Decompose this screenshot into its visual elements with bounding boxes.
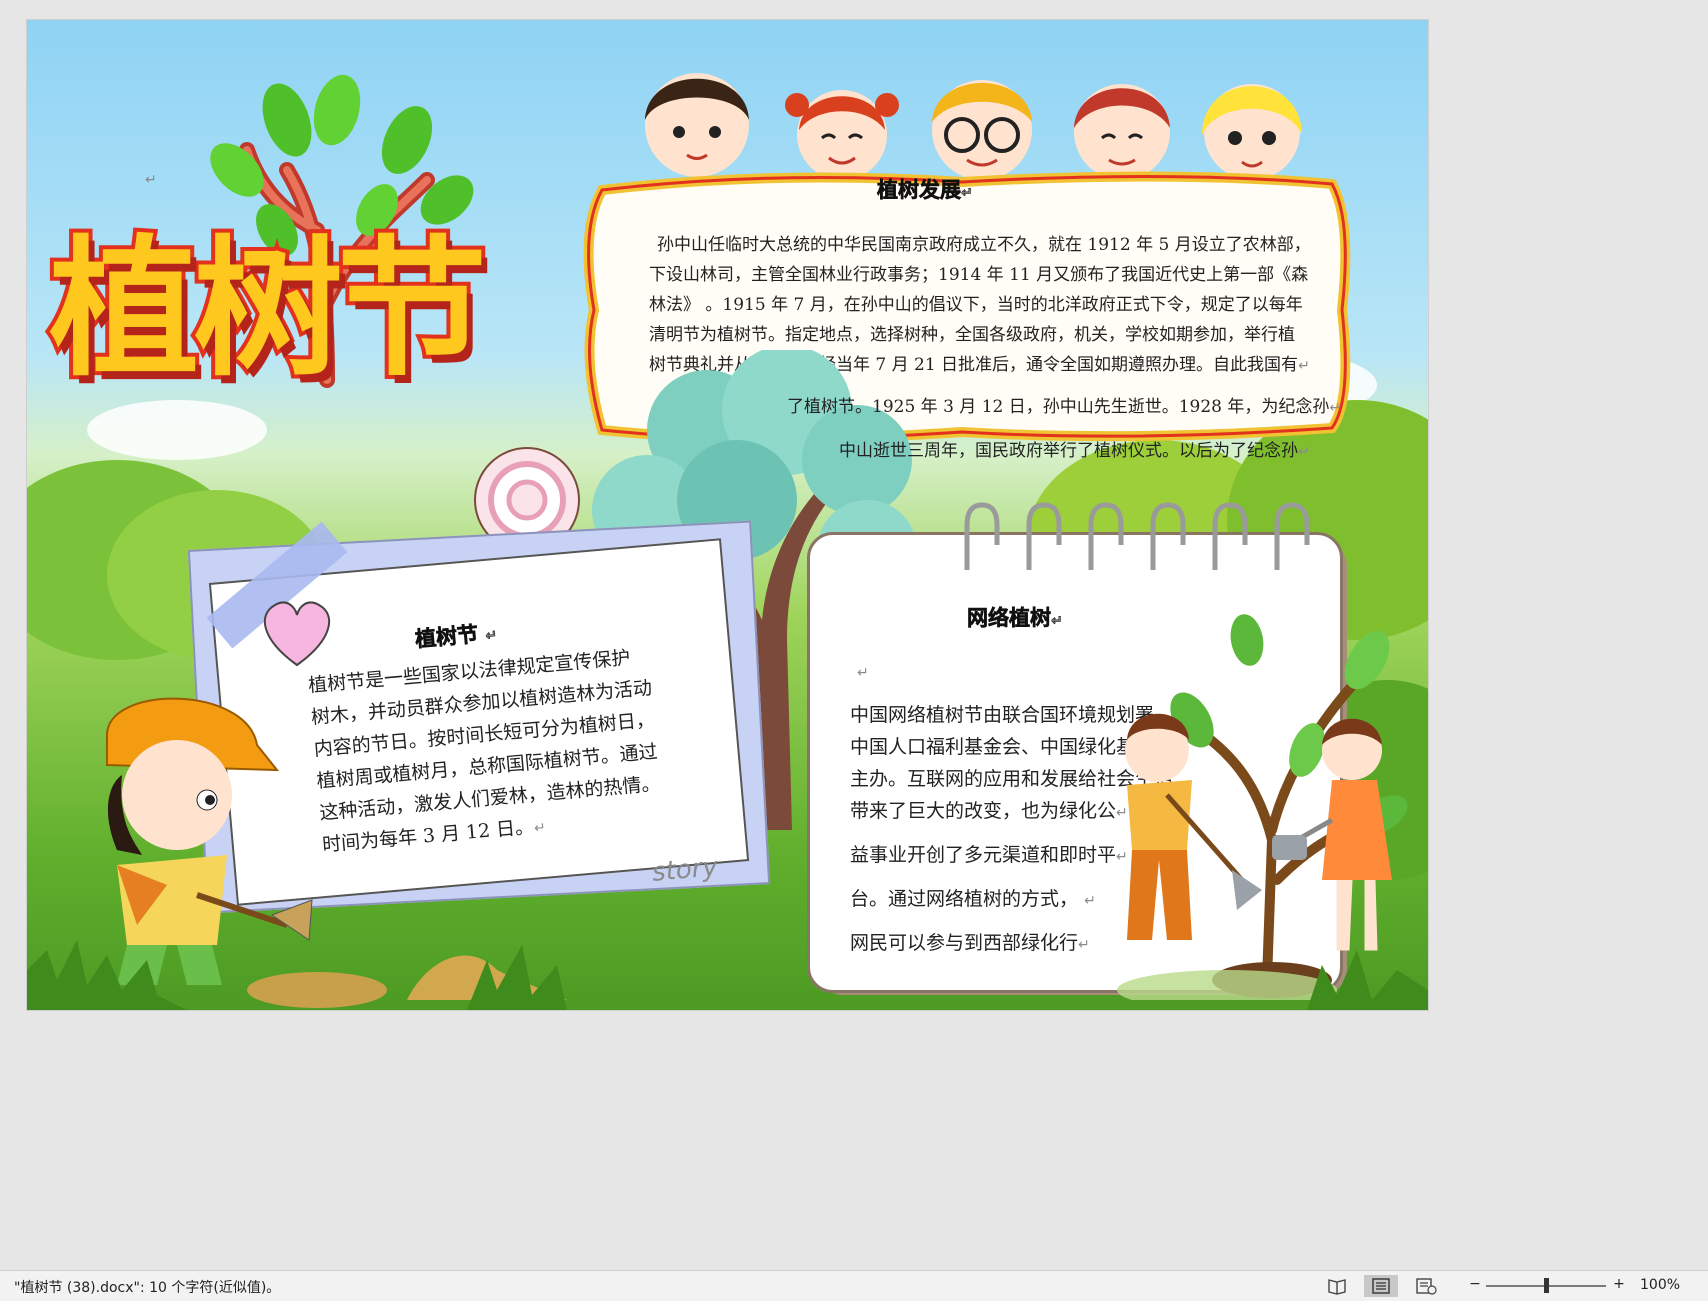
- heart-icon: [263, 601, 331, 667]
- development-line: 孙中山任临时大总统的中华民国南京政府成立不久，就在 1912 年 5 月设立了农…: [657, 235, 1311, 255]
- arbor-day-text: 植树节是一些国家以法律规定宣传保护 树木，并动员群众参加以植树造林为活动 内容的…: [307, 635, 722, 863]
- development-line: 下设山林司，主管全国林业行政事务；1914 年 11 月又颁布了我国近代史上第一…: [649, 265, 1309, 285]
- page-icon: [1372, 1278, 1390, 1294]
- online-heading: 网络植树↵: [967, 606, 1063, 631]
- development-line: 清明节为植树节。指定地点，选择树种，全国各级政府，机关，学校如期参加，举行植: [649, 325, 1295, 345]
- zoom-out-button[interactable]: −: [1466, 1276, 1484, 1292]
- development-line: 林法》 。1915 年 7 月，在孙中山的倡议下，当时的北洋政府正式下令，规定了…: [649, 295, 1303, 315]
- online-line: 带来了巨大的改变，也为绿化公↵: [850, 800, 1128, 822]
- document-page: 植树节 植树发展↵ 孙中山任临时大总统的中华民国南京政府成立不久，就在 1912…: [27, 20, 1428, 1010]
- paragraph-mark: ↵: [857, 665, 869, 681]
- read-mode-button[interactable]: [1320, 1275, 1354, 1297]
- development-heading: 植树发展↵: [877, 178, 973, 203]
- development-line: 中山逝世三周年，国民政府举行了植树仪式。以后为了纪念孙↵: [839, 441, 1310, 461]
- cloud: [87, 400, 267, 460]
- zoom-slider-thumb[interactable]: [1544, 1278, 1549, 1293]
- development-line: 了植树节。1925 年 3 月 12 日，孙中山先生逝世。1928 年，为纪念孙…: [787, 397, 1342, 417]
- web-layout-icon: [1416, 1278, 1437, 1295]
- web-layout-button[interactable]: [1408, 1275, 1442, 1297]
- book-icon: [1328, 1279, 1346, 1295]
- zoom-in-button[interactable]: +: [1610, 1276, 1628, 1292]
- notebook-rings-icon: [964, 502, 1310, 570]
- zoom-level[interactable]: 100%: [1640, 1277, 1680, 1293]
- online-line: 益事业开创了多元渠道和即时平↵: [850, 844, 1128, 866]
- status-bar: "植树节 (38).docx": 10 个字符(近似值)。 − + 100%: [0, 1270, 1708, 1301]
- kids-planting-icon: [1117, 614, 1408, 1000]
- document-info: "植树节 (38).docx": 10 个字符(近似值)。: [14, 1280, 281, 1296]
- online-line: 台。通过网络植树的方式， ↵: [850, 888, 1096, 910]
- print-layout-button[interactable]: [1364, 1275, 1398, 1297]
- grass-icon: [27, 940, 1428, 1010]
- title-art-text: 植树节: [45, 221, 491, 399]
- story-label: story: [650, 852, 719, 888]
- paragraph-mark: ↵: [145, 172, 157, 188]
